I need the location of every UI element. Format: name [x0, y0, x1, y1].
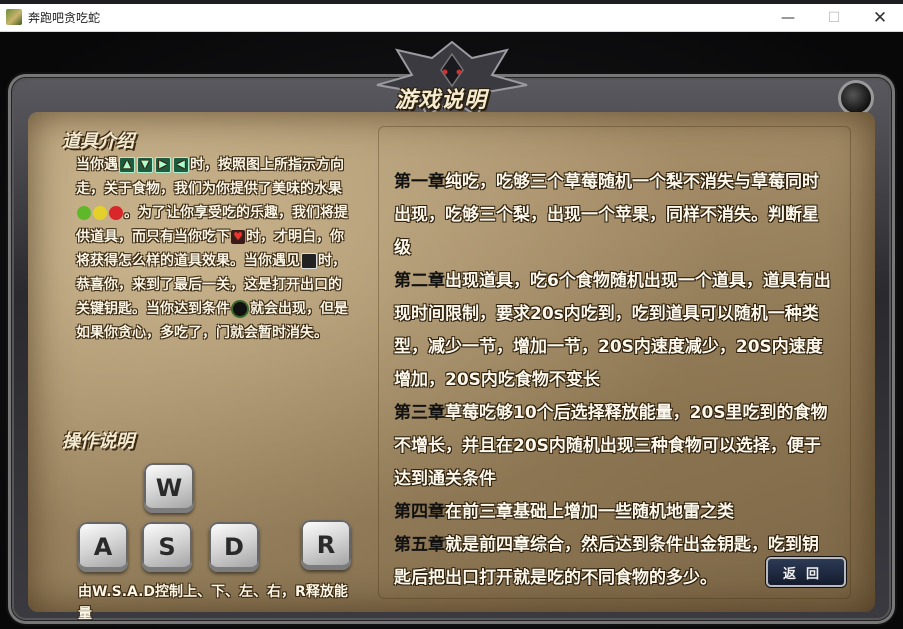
chapter-4-text: 在前三章基础上增加一些随机地雷之类	[445, 502, 734, 522]
game-area: 游戏说明 道具介绍 当你遇 ▲ ▼ ▶ ◀ 时，按照图上所指示方向走，关于食物，我们为你提…	[0, 32, 903, 629]
props-text-1: 当你遇	[76, 157, 118, 173]
chapter-3: 第三章草莓吃够10个后选择释放能量，20S里吃到的食物不增长，并且在20S内随机…	[394, 397, 834, 496]
strawberry-icon	[109, 206, 123, 220]
maximize-button[interactable]: ☐	[811, 4, 857, 31]
chapter-1: 第一章纯吃，吃够三个草莓随机一个梨不消失与草莓同时出现，吃够三个梨，出现一个苹果…	[394, 166, 834, 265]
controls-title: 操作说明	[62, 431, 134, 452]
chapter-5-text: 就是前四章综合，然后达到条件出金钥匙，吃到钥匙后把出口打开就是吃的不同食物的多少…	[394, 535, 819, 588]
chapter-3-tag: 第三章	[394, 403, 445, 423]
chapter-list: 第一章纯吃，吃够三个草莓随机一个梨不消失与草莓同时出现，吃够三个梨，出现一个苹果…	[394, 166, 834, 595]
chapter-1-tag: 第一章	[394, 172, 445, 192]
window-title: 奔跑吧贪吃蛇	[28, 11, 101, 25]
key-s: S	[142, 522, 192, 572]
chapter-3-text: 草莓吃够10个后选择释放能量，20S里吃到的食物不增长，并且在20S内随机出现三…	[394, 403, 828, 489]
key-w: W	[144, 463, 194, 513]
left-panel: 道具介绍 当你遇 ▲ ▼ ▶ ◀ 时，按照图上所指示方向走，关于食物，我们为你提供了美味的…	[52, 127, 357, 622]
pear-icon	[93, 206, 107, 220]
close-button[interactable]: ✕	[857, 4, 903, 31]
chapters-panel: 第一章纯吃，吃够三个草莓随机一个梨不消失与草莓同时出现，吃够三个梨，出现一个苹果…	[378, 126, 851, 599]
chapter-2-text: 出现道具，吃6个食物随机出现一个道具，道具有出现时间限制，要求20s内吃到，吃到…	[394, 271, 831, 390]
minimize-button[interactable]: —	[765, 4, 811, 31]
controls-caption: 由W.S.A.D控制上、下、左、右，R释放能量	[78, 584, 348, 622]
props-description: 当你遇 ▲ ▼ ▶ ◀ 时，按照图上所指示方向走，关于食物，我们为你提供了美味的水果。为了…	[76, 153, 348, 345]
chapter-5-tag: 第五章	[394, 535, 445, 555]
page-heading: 游戏说明	[395, 88, 488, 113]
props-title: 道具介绍	[62, 131, 134, 152]
arrow-left-icon: ◀	[173, 157, 189, 173]
arrow-right-icon: ▶	[155, 157, 171, 173]
key-r: R	[301, 520, 351, 570]
corner-orb-icon	[838, 80, 874, 116]
key-icon	[301, 253, 317, 269]
apple-icon	[77, 206, 91, 220]
fruit-icons	[76, 205, 124, 221]
chapter-4: 第四章在前三章基础上增加一些随机地雷之类	[394, 496, 834, 529]
chapter-1-text: 纯吃，吃够三个草莓随机一个梨不消失与草莓同时出现，吃够三个梨，出现一个苹果，同样…	[394, 172, 819, 258]
key-d: D	[209, 522, 259, 572]
direction-icons: ▲ ▼ ▶ ◀	[118, 157, 190, 173]
app-icon	[6, 9, 22, 25]
arrow-down-icon: ▼	[137, 157, 153, 173]
heart-item-icon: ♥	[231, 230, 245, 244]
chapter-2-tag: 第二章	[394, 271, 445, 291]
key-a: A	[78, 522, 128, 572]
chapter-2: 第二章出现道具，吃6个食物随机出现一个道具，道具有出现时间限制，要求20s内吃到…	[394, 265, 834, 397]
back-button[interactable]: 返回	[766, 557, 846, 587]
chapter-4-tag: 第四章	[394, 502, 445, 522]
arrow-up-icon: ▲	[119, 157, 135, 173]
mine-icon	[231, 300, 249, 318]
window-titlebar: 奔跑吧贪吃蛇 — ☐ ✕	[0, 4, 903, 32]
